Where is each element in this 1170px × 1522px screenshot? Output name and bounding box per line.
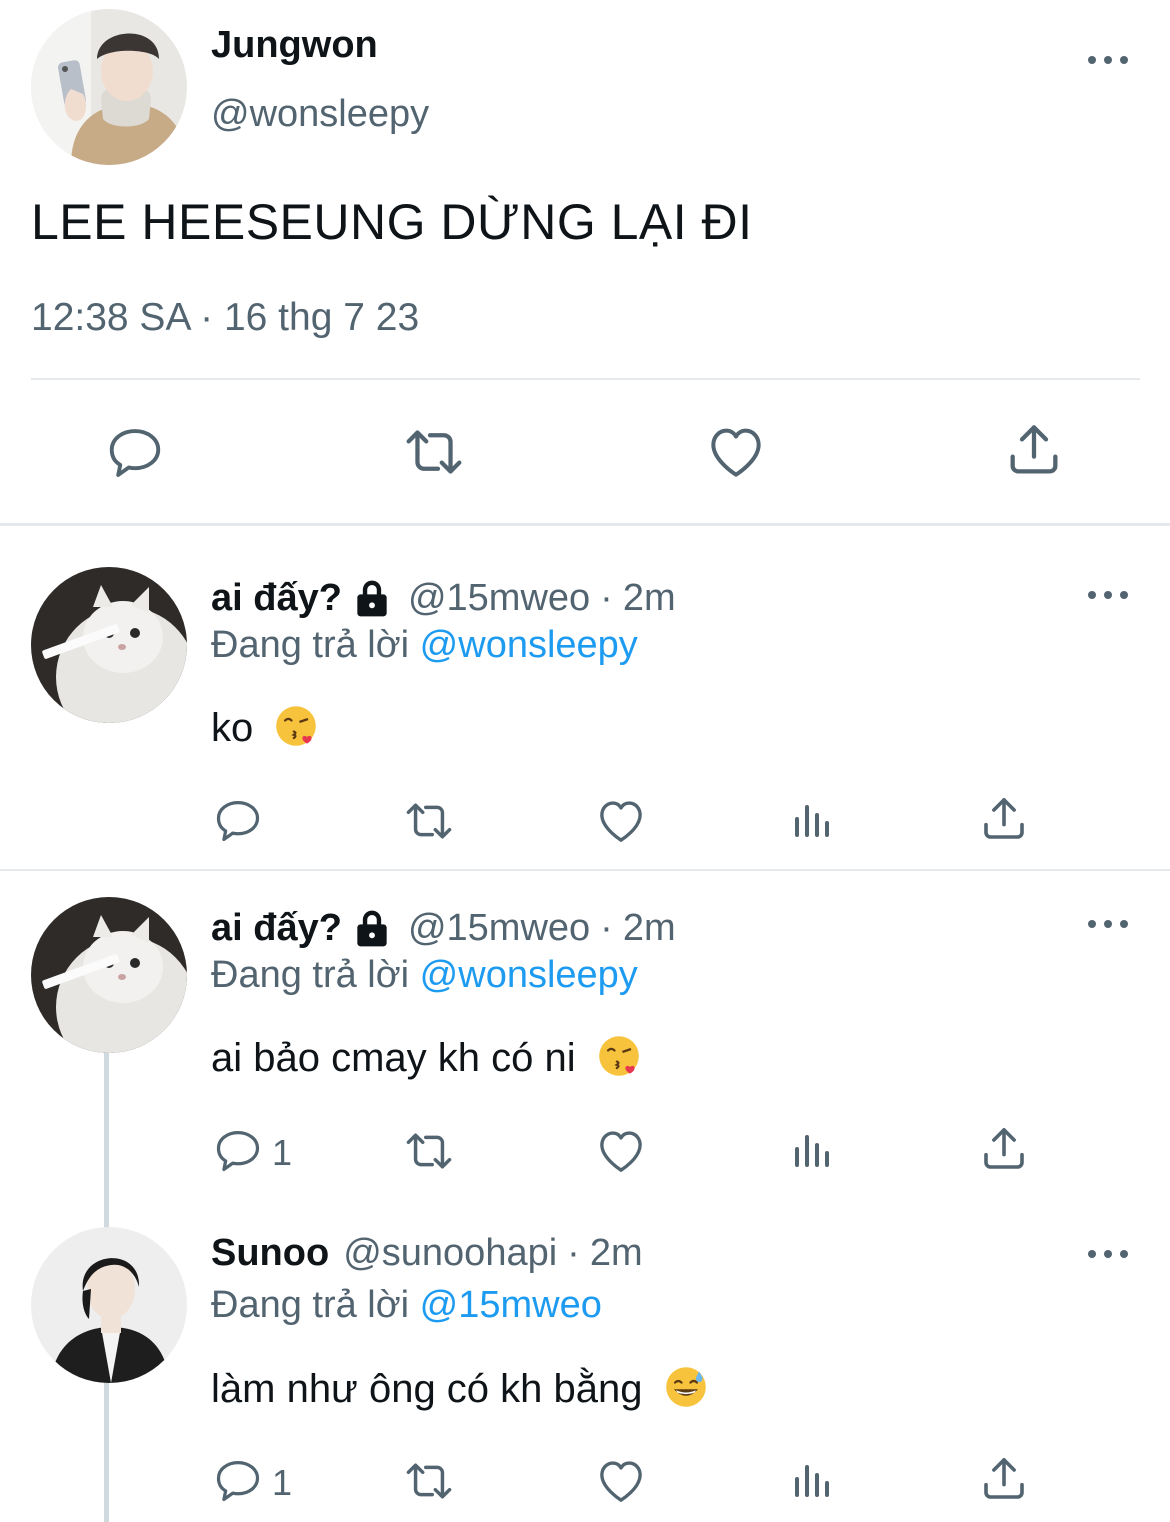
views-icon[interactable] [789, 1457, 837, 1505]
reply-icon[interactable] [212, 1455, 264, 1507]
author-handle[interactable]: @wonsleepy [211, 93, 429, 136]
replying-to: Đang trả lời @wonsleepy [211, 624, 638, 667]
tweet-timestamp[interactable]: 12:38 SA · 16 thg 7 23 [31, 296, 419, 340]
reply-handle[interactable]: @sunoohapi [343, 1232, 557, 1275]
lock-icon [350, 906, 394, 950]
replying-to-link[interactable]: @15mweo [420, 1284, 602, 1326]
reply-count: 1 [272, 1132, 293, 1173]
reply-icon[interactable] [104, 422, 166, 484]
reply-text: làm như ông có kh bằng [211, 1367, 708, 1412]
views-icon[interactable] [789, 797, 837, 845]
avatar-sunoo[interactable] [31, 1227, 187, 1383]
retweet-icon[interactable] [400, 1455, 458, 1507]
reply-header: ai đấy? @15mweo · 2m [211, 906, 676, 950]
reply-author-name[interactable]: ai đấy? [211, 907, 342, 950]
views-icon[interactable] [789, 1127, 837, 1175]
more-options-icon[interactable] [1088, 1244, 1128, 1264]
more-options-icon[interactable] [1088, 585, 1128, 605]
reply-divider [0, 869, 1170, 871]
reply-text: ko [211, 706, 318, 751]
share-icon[interactable] [977, 1122, 1031, 1176]
reply-time[interactable]: 2m [590, 1232, 643, 1275]
thread-line [104, 1050, 109, 1230]
tweet-text: LEE HEESEUNG DỪNG LẠI ĐI [31, 194, 753, 250]
retweet-icon[interactable] [400, 795, 458, 847]
like-icon[interactable] [594, 1124, 648, 1178]
reply-icon[interactable] [212, 795, 264, 847]
reply-separator: · [600, 906, 613, 949]
like-icon[interactable] [594, 1454, 648, 1508]
reply-time[interactable]: 2m [623, 907, 676, 950]
reply-handle[interactable]: @15mweo [408, 907, 590, 950]
reply-header: ai đấy? @15mweo · 2m [211, 576, 676, 620]
avatar-image [31, 897, 187, 1053]
replying-to-prefix: Đang trả lời [211, 624, 410, 666]
reply-text-content: ko [211, 706, 254, 750]
reply-text: ai bảo cmay kh có ni [211, 1036, 641, 1081]
like-icon[interactable] [704, 420, 768, 484]
retweet-icon[interactable] [400, 420, 468, 484]
avatar-image [31, 9, 187, 165]
replying-to-prefix: Đang trả lời [211, 954, 410, 996]
grinning-sweat-emoji [664, 1365, 708, 1409]
like-icon[interactable] [594, 794, 648, 848]
reply-icon[interactable] [212, 1125, 264, 1177]
share-icon[interactable] [1002, 418, 1066, 482]
kissing-heart-emoji [597, 1034, 641, 1078]
replying-to-link[interactable]: @wonsleepy [420, 624, 638, 666]
reply-header: Sunoo @sunoohapi · 2m [211, 1232, 643, 1275]
share-icon[interactable] [977, 792, 1031, 846]
reply-text-content: làm như ông có kh bằng [211, 1367, 643, 1411]
author-name[interactable]: Jungwon [211, 24, 378, 67]
avatar-image [31, 567, 187, 723]
share-icon[interactable] [977, 1452, 1031, 1506]
reply-separator: · [600, 576, 613, 619]
reply-author-name[interactable]: Sunoo [211, 1232, 329, 1275]
replying-to: Đang trả lời @wonsleepy [211, 954, 638, 997]
avatar-jungwon[interactable] [31, 9, 187, 165]
reply-time[interactable]: 2m [623, 577, 676, 620]
section-divider [0, 523, 1170, 526]
replying-to-link[interactable]: @wonsleepy [420, 954, 638, 996]
more-options-icon[interactable] [1088, 50, 1128, 70]
retweet-icon[interactable] [400, 1125, 458, 1177]
lock-icon [350, 576, 394, 620]
reply-separator: · [567, 1232, 580, 1274]
replying-to-prefix: Đang trả lời [211, 1284, 410, 1326]
reply-author-name[interactable]: ai đấy? [211, 577, 342, 620]
avatar-15mweo[interactable] [31, 567, 187, 723]
replying-to: Đang trả lời @15mweo [211, 1284, 602, 1327]
reply-handle[interactable]: @15mweo [408, 577, 590, 620]
timestamp-divider [31, 378, 1140, 380]
avatar-image [31, 1227, 187, 1383]
reply-text-content: ai bảo cmay kh có ni [211, 1036, 576, 1080]
reply-count: 1 [272, 1462, 293, 1503]
avatar-15mweo[interactable] [31, 897, 187, 1053]
more-options-icon[interactable] [1088, 914, 1128, 934]
kissing-heart-emoji [274, 704, 318, 748]
thread-line [104, 1380, 109, 1522]
